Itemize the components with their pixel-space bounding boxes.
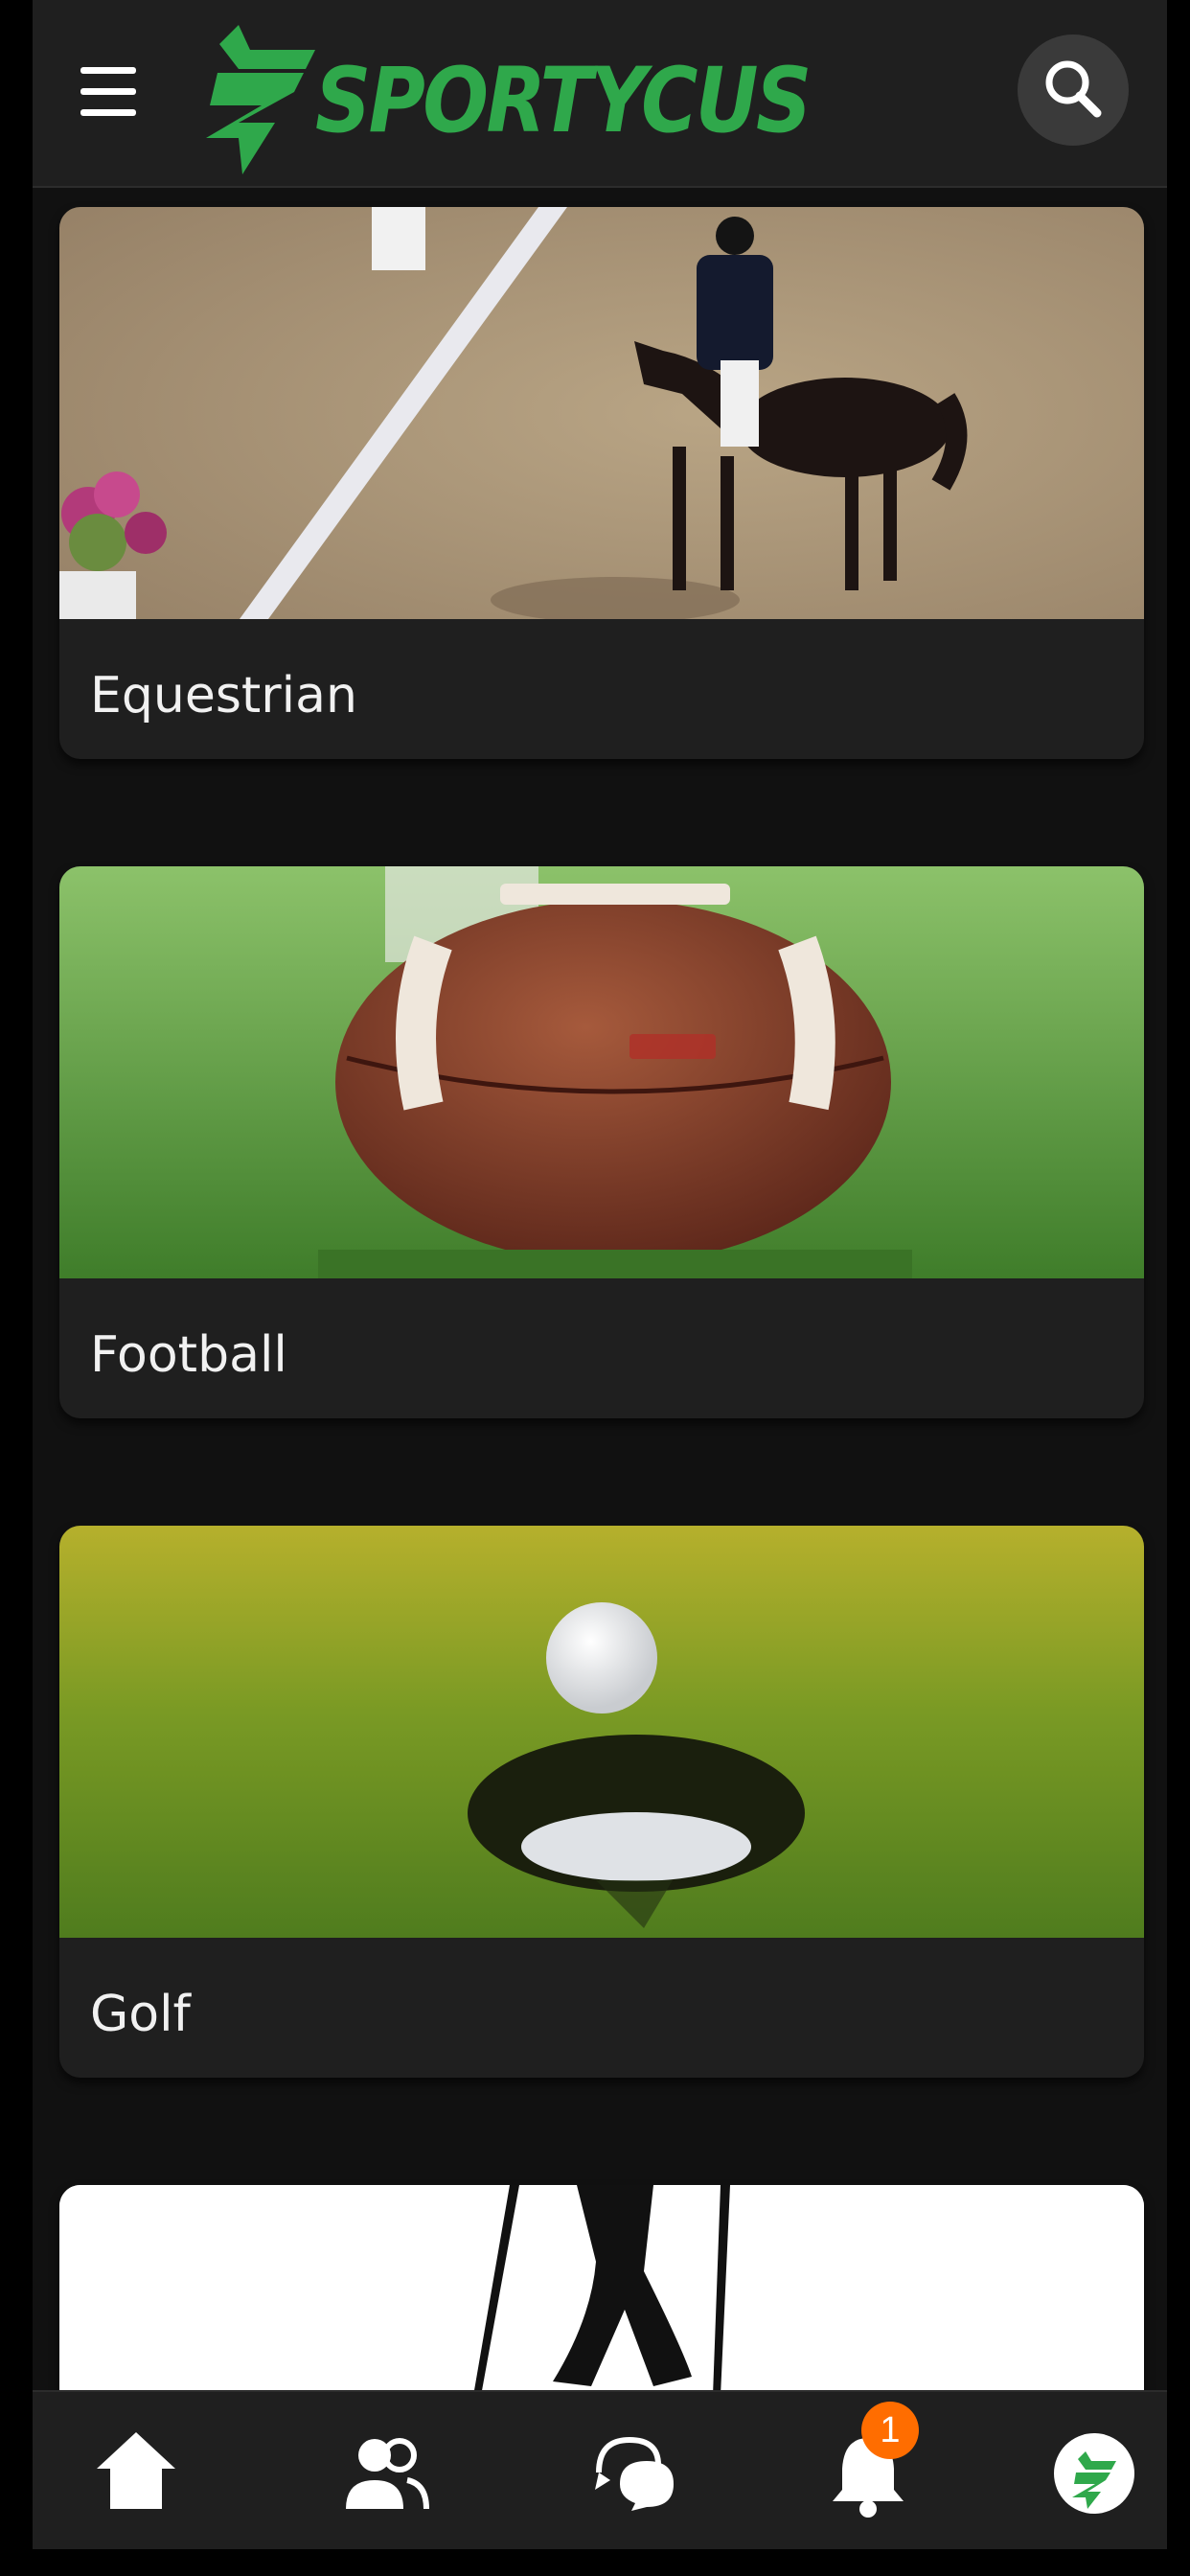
football-image <box>59 866 1144 1278</box>
nav-home[interactable] <box>83 2421 189 2526</box>
golf-image <box>59 1526 1144 1938</box>
app-name: SPORTYCUS <box>315 49 812 153</box>
nav-chat[interactable] <box>582 2421 687 2526</box>
sportycus-logo-mark <box>206 25 315 174</box>
search-icon <box>1045 60 1102 118</box>
equestrian-image <box>59 207 1144 619</box>
hamburger-menu-icon[interactable] <box>80 63 138 121</box>
top-app-bar: SPORTYCUS <box>33 0 1167 188</box>
app-logo: SPORTYCUS <box>181 25 812 178</box>
sportycus-logo-icon <box>1054 2433 1134 2514</box>
nav-notifications[interactable]: 1 <box>815 2402 921 2526</box>
sports-feed[interactable]: Equestrian Football Golf <box>33 188 1167 2549</box>
app-screen: SPORTYCUS Equestrian Football Golf 1 <box>33 0 1167 2549</box>
sport-card-label: Equestrian <box>90 667 357 724</box>
search-button[interactable] <box>1018 34 1129 146</box>
sport-card-football[interactable]: Football <box>59 866 1144 1418</box>
sport-card-label: Football <box>90 1326 287 1384</box>
nav-profile[interactable] <box>1041 2421 1147 2526</box>
sport-card-golf[interactable]: Golf <box>59 1526 1144 2078</box>
bottom-navigation: 1 <box>33 2390 1167 2549</box>
home-icon <box>97 2432 175 2509</box>
nav-friends[interactable] <box>332 2421 438 2526</box>
users-icon <box>346 2438 429 2510</box>
chat-bubbles-icon <box>595 2436 674 2511</box>
sport-card-label: Golf <box>90 1986 191 2043</box>
sport-card-equestrian[interactable]: Equestrian <box>59 207 1144 759</box>
notification-badge: 1 <box>861 2402 919 2459</box>
